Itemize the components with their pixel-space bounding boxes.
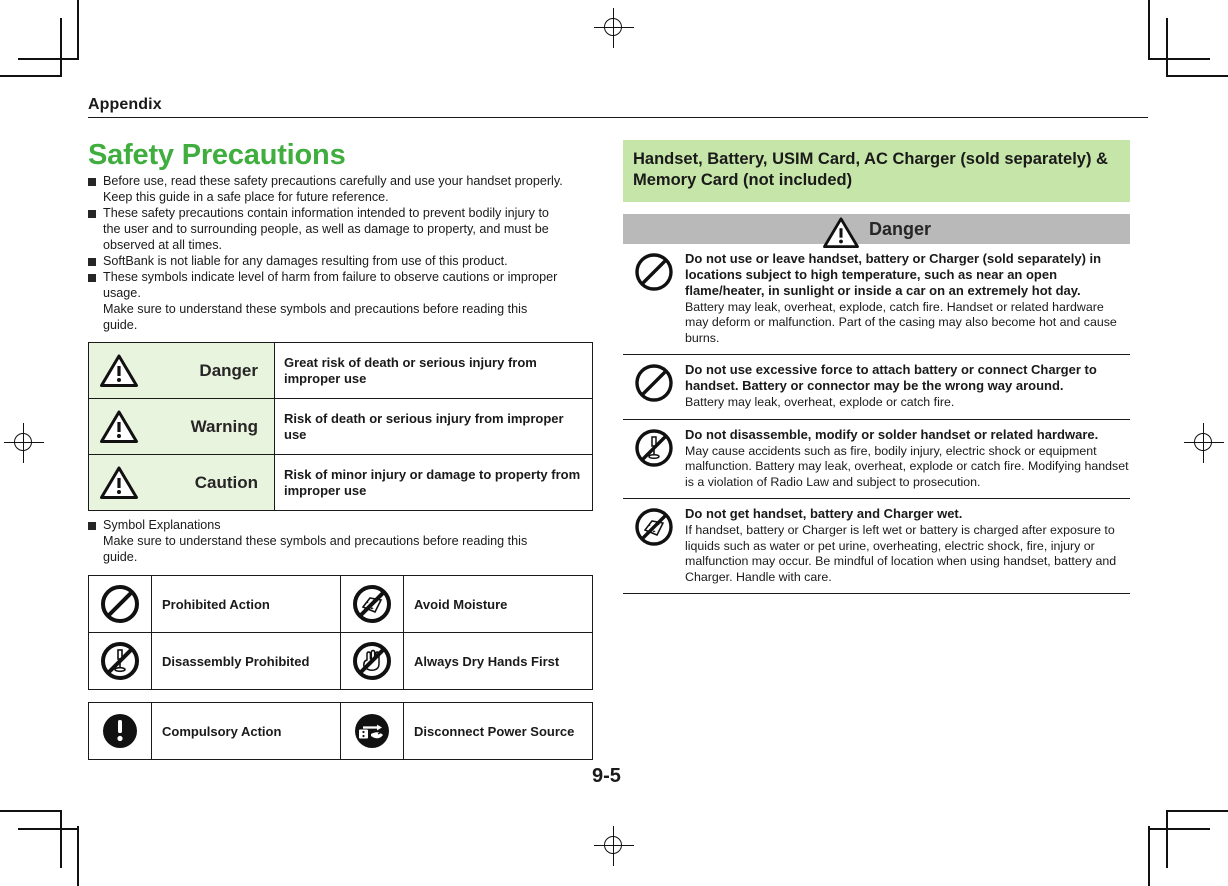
- severity-label: Danger: [199, 360, 258, 380]
- severity-level-table: Danger Great risk of death or serious in…: [88, 342, 593, 512]
- list-item: Before use, read these safety precaution…: [88, 174, 593, 206]
- compulsory-action-icon: [88, 702, 152, 761]
- bullet-line: These symbols indicate level of harm fro…: [103, 270, 558, 285]
- symbol-label: Compulsory Action: [151, 702, 341, 761]
- danger-warnings-table: Do not use or leave handset, battery or …: [623, 243, 1130, 595]
- bullet-line: Make sure to understand these symbols an…: [103, 534, 528, 549]
- symbol-label: Disconnect Power Source: [403, 702, 593, 761]
- symbol-label: Disassembly Prohibited: [151, 632, 341, 691]
- page-title: Safety Precautions: [88, 139, 346, 171]
- warning-detail: Battery may leak, overheat, explode or c…: [685, 395, 955, 410]
- right-column: Handset, Battery, USIM Card, AC Charger …: [623, 140, 1130, 595]
- prohibited-circle-icon: [623, 243, 685, 356]
- warning-content: Do not disassemble, modify or solder han…: [685, 419, 1130, 500]
- symbol-label: Prohibited Action: [151, 575, 341, 634]
- intro-bullet-list: Before use, read these safety precaution…: [88, 174, 593, 334]
- printed-page: Appendix Safety Precautions Before use, …: [0, 0, 1228, 886]
- severity-description: Risk of death or serious injury from imp…: [274, 398, 593, 456]
- registration-mark-right: [1184, 423, 1224, 463]
- wet-hands-prohibited-icon: [340, 632, 404, 691]
- table-row: Do not disassemble, modify or solder han…: [623, 419, 1130, 500]
- bullet-line: SoftBank is not liable for any damages r…: [103, 254, 508, 269]
- section-banner: Handset, Battery, USIM Card, AC Charger …: [623, 140, 1130, 202]
- symbol-table-compulsory: Compulsory Action Disconnect Power Sourc…: [88, 702, 593, 761]
- disassembly-prohibited-icon: [623, 419, 685, 500]
- list-item: Symbol Explanations Make sure to underst…: [88, 518, 593, 566]
- table-row: Disassembly Prohibited Always Dry Hands …: [88, 632, 593, 691]
- bullet-line: usage.: [103, 286, 141, 301]
- table-row: Warning Risk of death or serious injury …: [88, 398, 593, 456]
- bullet-line: guide.: [103, 318, 138, 333]
- bullet-line: Before use, read these safety precaution…: [103, 174, 563, 189]
- severity-label-cell: Caution: [88, 454, 275, 512]
- warning-title: Do not use excessive force to attach bat…: [685, 362, 1097, 394]
- symbol-explanations-heading: Symbol Explanations Make sure to underst…: [88, 518, 593, 566]
- list-item: These symbols indicate level of harm fro…: [88, 270, 593, 334]
- page-number: 9-5: [592, 765, 621, 787]
- danger-band-label: Danger: [868, 218, 931, 239]
- list-item: SoftBank is not liable for any damages r…: [88, 254, 593, 270]
- severity-description: Great risk of death or serious injury fr…: [274, 342, 593, 400]
- symbol-label: Always Dry Hands First: [403, 632, 593, 691]
- warning-triangle-icon: [822, 216, 860, 249]
- warning-triangle-icon: [99, 409, 139, 444]
- warning-content: Do not get handset, battery and Charger …: [685, 498, 1130, 595]
- danger-band: Danger: [623, 213, 1130, 249]
- left-column: Safety Precautions Before use, read thes…: [88, 139, 593, 761]
- table-row: Prohibited Action Avoid Moisture: [88, 575, 593, 634]
- symbol-label: Avoid Moisture: [403, 575, 593, 634]
- list-item: These safety precautions contain informa…: [88, 206, 593, 254]
- warning-detail: Battery may leak, overheat, explode, cat…: [685, 299, 1117, 345]
- bullet-line: observed at all times.: [103, 238, 222, 253]
- bullet-line: These safety precautions contain informa…: [103, 206, 549, 221]
- table-row: Do not use excessive force to attach bat…: [623, 354, 1130, 420]
- bullet-line: guide.: [103, 550, 138, 565]
- severity-label-cell: Danger: [88, 342, 275, 400]
- page-content: Appendix Safety Precautions Before use, …: [88, 96, 1148, 761]
- severity-label: Caution: [194, 472, 258, 492]
- table-row: Caution Risk of minor injury or damage t…: [88, 454, 593, 512]
- severity-label: Warning: [190, 416, 258, 436]
- severity-description: Risk of minor injury or damage to proper…: [274, 454, 593, 512]
- symbol-table-prohibitions: Prohibited Action Avoid Moisture Disasse…: [88, 575, 593, 691]
- disassembly-prohibited-icon: [88, 632, 152, 691]
- warning-content: Do not use or leave handset, battery or …: [685, 243, 1130, 356]
- prohibited-circle-icon: [88, 575, 152, 634]
- warning-title: Do not use or leave handset, battery or …: [685, 250, 1102, 298]
- table-row: Do not use or leave handset, battery or …: [623, 243, 1130, 356]
- registration-mark-top: [594, 8, 634, 48]
- warning-title: Do not disassemble, modify or solder han…: [685, 426, 1099, 442]
- table-row: Compulsory Action Disconnect Power Sourc…: [88, 702, 593, 761]
- table-row: Danger Great risk of death or serious in…: [88, 342, 593, 400]
- table-row: Do not get handset, battery and Charger …: [623, 498, 1130, 595]
- warning-detail: If handset, battery or Charger is left w…: [685, 523, 1117, 584]
- bullet-line: Keep this guide in a safe place for futu…: [103, 190, 389, 205]
- warning-content: Do not use excessive force to attach bat…: [685, 354, 1130, 420]
- avoid-moisture-icon: [340, 575, 404, 634]
- avoid-moisture-icon: [623, 498, 685, 595]
- warning-title: Do not get handset, battery and Charger …: [685, 506, 963, 522]
- prohibited-circle-icon: [623, 354, 685, 420]
- header-rule: [88, 117, 1148, 118]
- running-head: Appendix: [88, 96, 162, 113]
- registration-mark-left: [4, 423, 44, 463]
- severity-label-cell: Warning: [88, 398, 275, 456]
- unplug-power-icon: [340, 702, 404, 761]
- bullet-line: the user and to surrounding people, as w…: [103, 222, 549, 237]
- bullet-line: Make sure to understand these symbols an…: [103, 302, 528, 317]
- bullet-line: Symbol Explanations: [103, 518, 221, 533]
- warning-triangle-icon: [99, 465, 139, 500]
- registration-mark-bottom: [594, 826, 634, 866]
- warning-triangle-icon: [99, 353, 139, 388]
- warning-detail: May cause accidents such as fire, bodily…: [685, 443, 1129, 489]
- two-column-layout: Safety Precautions Before use, read thes…: [88, 139, 1148, 761]
